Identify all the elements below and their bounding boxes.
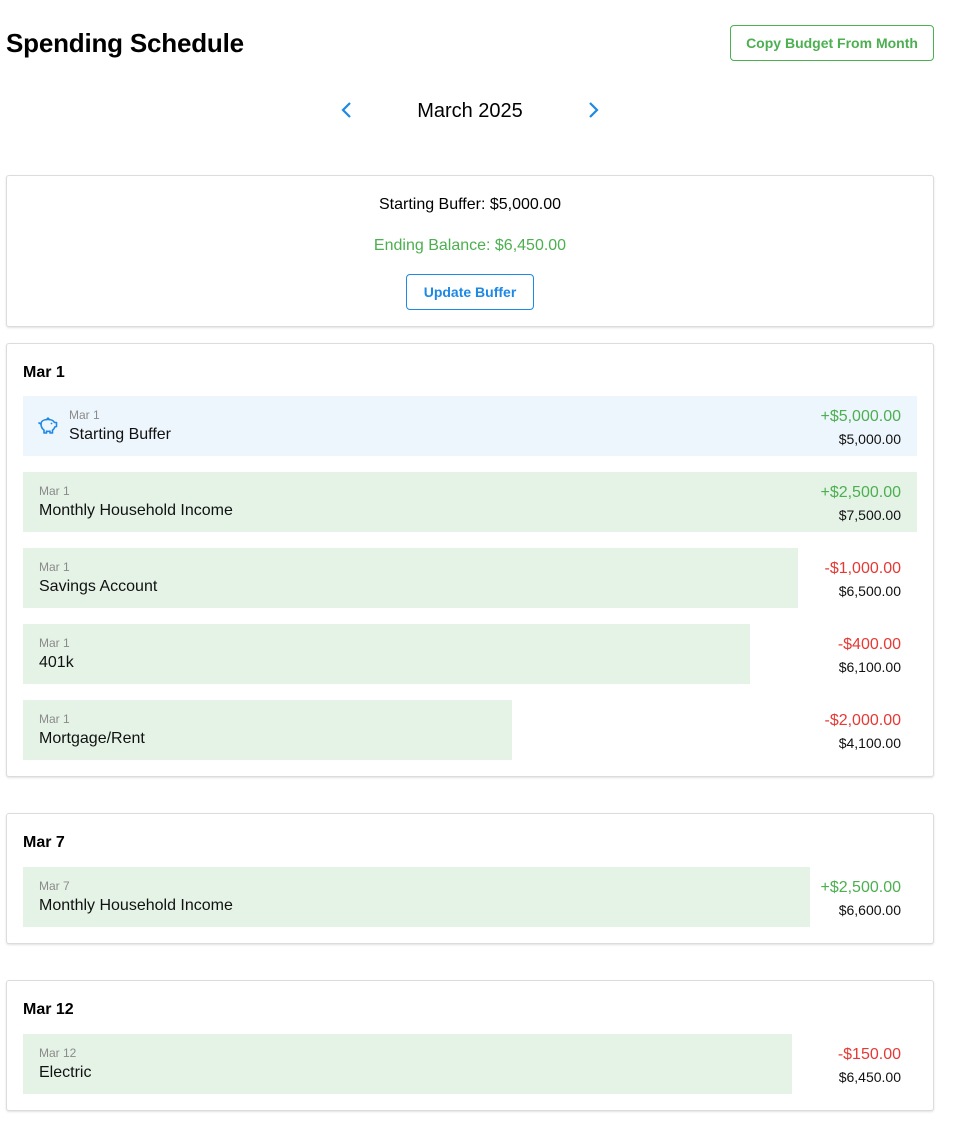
buffer-summary-card: Starting Buffer: $5,000.00 Ending Balanc… xyxy=(6,175,934,327)
list-item[interactable]: Mar 1 Monthly Household Income +$2,500.0… xyxy=(23,472,917,532)
entry-amount: +$5,000.00 xyxy=(820,408,901,425)
entry-date: Mar 1 xyxy=(39,712,70,726)
entry-date: Mar 1 xyxy=(39,560,70,574)
entry-balance: $6,100.00 xyxy=(838,659,901,675)
entry-name: Monthly Household Income xyxy=(39,502,233,519)
entry-bar xyxy=(23,1034,792,1094)
entry-amount: +$2,500.00 xyxy=(820,484,901,501)
day-title: Mar 7 xyxy=(23,834,65,851)
list-item[interactable]: Mar 1 401k -$400.00 $6,100.00 xyxy=(23,624,917,684)
entry-name: Monthly Household Income xyxy=(39,897,233,914)
entry-date: Mar 7 xyxy=(39,879,70,893)
entry-balance: $6,600.00 xyxy=(838,902,901,918)
entry-balance: $6,500.00 xyxy=(838,583,901,599)
entry-date: Mar 12 xyxy=(39,1046,77,1060)
entry-date: Mar 1 xyxy=(69,408,100,422)
day-card: Mar 12 Mar 12 Electric -$150.00 $6,450.0… xyxy=(6,980,934,1111)
entry-amount: -$400.00 xyxy=(837,636,901,653)
entry-bar xyxy=(23,624,750,684)
day-title: Mar 12 xyxy=(23,1001,74,1018)
entry-date: Mar 1 xyxy=(39,636,70,650)
list-item[interactable]: Mar 7 Monthly Household Income +$2,500.0… xyxy=(23,867,917,927)
day-title: Mar 1 xyxy=(23,364,65,381)
list-item[interactable]: Mar 1 Mortgage/Rent -$2,000.00 $4,100.00 xyxy=(23,700,917,760)
entry-balance: $6,450.00 xyxy=(838,1069,901,1085)
entry-name: Electric xyxy=(39,1064,92,1081)
spending-schedule-page: Spending Schedule Copy Budget From Month… xyxy=(0,0,953,1133)
piggy-bank-icon xyxy=(37,415,59,437)
entry-name: Mortgage/Rent xyxy=(39,730,145,747)
entry-date: Mar 1 xyxy=(39,484,70,498)
entry-balance: $5,000.00 xyxy=(838,431,901,447)
page-title: Spending Schedule xyxy=(6,28,244,58)
starting-buffer-text: Starting Buffer: $5,000.00 xyxy=(378,196,562,213)
entry-name: 401k xyxy=(39,654,74,671)
list-item[interactable]: Mar 12 Electric -$150.00 $6,450.00 xyxy=(23,1034,917,1094)
ending-balance-text: Ending Balance: $6,450.00 xyxy=(373,237,567,254)
entry-balance: $4,100.00 xyxy=(838,735,901,751)
entry-amount: -$150.00 xyxy=(837,1046,901,1063)
day-card: Mar 1 Mar 1 Starting Buffer +$5,000.00 $… xyxy=(6,343,934,777)
month-navigation: March 2025 xyxy=(0,96,953,128)
entry-amount: +$2,500.00 xyxy=(820,879,901,896)
month-label: March 2025 xyxy=(417,100,523,122)
chevron-left-icon[interactable] xyxy=(335,98,359,122)
copy-budget-button[interactable]: Copy Budget From Month xyxy=(730,25,934,61)
chevron-right-icon[interactable] xyxy=(581,98,605,122)
update-buffer-button[interactable]: Update Buffer xyxy=(406,274,534,310)
list-item[interactable]: Mar 1 Starting Buffer +$5,000.00 $5,000.… xyxy=(23,396,917,456)
entry-name: Starting Buffer xyxy=(69,426,171,443)
entry-balance: $7,500.00 xyxy=(838,507,901,523)
list-item[interactable]: Mar 1 Savings Account -$1,000.00 $6,500.… xyxy=(23,548,917,608)
entry-amount: -$2,000.00 xyxy=(824,712,901,729)
day-card: Mar 7 Mar 7 Monthly Household Income +$2… xyxy=(6,813,934,944)
entry-name: Savings Account xyxy=(39,578,158,595)
entry-amount: -$1,000.00 xyxy=(824,560,901,577)
